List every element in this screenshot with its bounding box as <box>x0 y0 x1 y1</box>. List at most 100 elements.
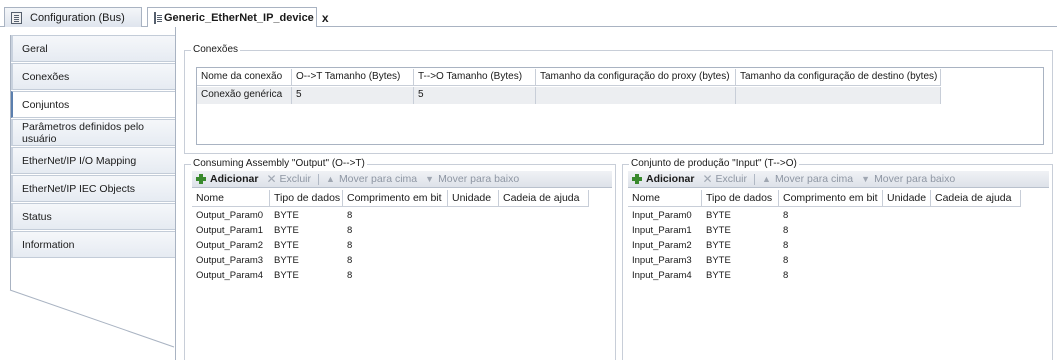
delete-button[interactable]: ✕ Excluir <box>262 172 315 186</box>
tab-generic-ethernet-ip-device[interactable]: Generic_EtherNet_IP_device x <box>147 7 329 28</box>
assemblies-editor: Conexões Nome da conexão O-->T Tamanho (… <box>175 27 1057 360</box>
param-type: BYTE <box>274 240 299 251</box>
tab-configuration-bus[interactable]: Configuration (Bus) <box>4 7 142 27</box>
document-tab-bar: Configuration (Bus) Generic_EtherNet_IP_… <box>0 0 1057 28</box>
column-header[interactable]: Tamanho da configuração de destino (byte… <box>736 69 941 86</box>
arrow-up-icon: ▲ <box>762 174 771 184</box>
param-type: BYTE <box>274 270 299 281</box>
param-name: Output_Param1 <box>196 225 264 236</box>
column-header[interactable]: Cadeia de ajuda <box>931 190 1021 206</box>
param-name: Input_Param2 <box>632 240 692 251</box>
add-button[interactable]: Adicionar <box>628 173 698 185</box>
param-bit-length: 8 <box>783 255 789 266</box>
param-bit-length: 8 <box>347 255 353 266</box>
arrow-up-icon: ▲ <box>326 174 335 184</box>
param-type: BYTE <box>274 225 299 236</box>
list-item[interactable]: Output_Param0 BYTE 8 <box>192 208 448 223</box>
list-item[interactable]: Output_Param3 BYTE 8 <box>192 253 448 268</box>
consuming-assembly-panel: Adicionar ✕ Excluir ▲ Mover para cima ▼ Mov… <box>192 171 612 360</box>
param-type: BYTE <box>706 240 731 251</box>
param-bit-length: 8 <box>783 270 789 281</box>
table-cell: 5 <box>414 87 536 104</box>
column-header[interactable]: Tipo de dados <box>270 190 343 206</box>
connections-group-title: Conexões <box>191 44 241 55</box>
move-down-button[interactable]: ▼ Mover para baixo <box>857 173 959 185</box>
table-cell <box>736 87 941 104</box>
move-up-label: Mover para cima <box>774 173 854 185</box>
column-header[interactable]: Comprimento em bit <box>779 190 883 206</box>
param-bit-length: 8 <box>347 210 353 221</box>
list-item[interactable]: Input_Param3 BYTE 8 <box>628 253 883 268</box>
list-item[interactable]: Output_Param4 BYTE 8 <box>192 268 448 283</box>
add-label: Adicionar <box>210 173 259 185</box>
move-up-button[interactable]: ▲ Mover para cima <box>758 173 857 185</box>
add-button[interactable]: Adicionar <box>192 173 262 185</box>
list-item[interactable]: Input_Param2 BYTE 8 <box>628 238 883 253</box>
list-item[interactable]: Output_Param2 BYTE 8 <box>192 238 448 253</box>
param-name: Output_Param0 <box>196 210 264 221</box>
table-header: Nome da conexão O-->T Tamanho (Bytes) T-… <box>197 69 941 86</box>
param-type: BYTE <box>706 270 731 281</box>
param-name: Output_Param2 <box>196 240 264 251</box>
column-header[interactable]: Unidade <box>883 190 931 206</box>
param-name: Output_Param3 <box>196 255 264 266</box>
param-name: Input_Param3 <box>632 255 692 266</box>
producing-assembly-panel: Adicionar ✕ Excluir ▲ Mover para cima ▼ Mov… <box>628 171 1049 360</box>
param-bit-length: 8 <box>347 240 353 251</box>
list-item[interactable]: Input_Param1 BYTE 8 <box>628 223 883 238</box>
consuming-assembly-title: Consuming Assembly "Output" (O-->T) <box>191 158 367 169</box>
param-type: BYTE <box>706 225 731 236</box>
arrow-down-icon: ▼ <box>425 174 435 184</box>
param-type: BYTE <box>274 255 299 266</box>
tab-label: Configuration (Bus) <box>30 11 125 24</box>
table-row[interactable]: Conexão genérica 5 5 <box>197 87 941 104</box>
list-item[interactable]: Input_Param4 BYTE 8 <box>628 268 883 283</box>
add-label: Adicionar <box>646 173 695 185</box>
connections-table: Nome da conexão O-->T Tamanho (Bytes) T-… <box>196 67 1044 145</box>
arrow-down-icon: ▼ <box>861 174 871 184</box>
table-cell: 5 <box>292 87 414 104</box>
move-down-button[interactable]: ▼ Mover para baixo <box>421 173 523 185</box>
add-icon <box>632 174 642 184</box>
producing-assembly-title: Conjunto de produção "Input" (T-->O) <box>629 158 799 169</box>
delete-label: Excluir <box>279 173 312 185</box>
document-icon <box>11 11 22 24</box>
param-name: Output_Param4 <box>196 270 264 281</box>
tab-label: Generic_EtherNet_IP_device <box>164 11 314 24</box>
list-item[interactable]: Output_Param1 BYTE 8 <box>192 223 448 238</box>
column-header[interactable]: Cadeia de ajuda <box>499 190 589 206</box>
param-name: Input_Param1 <box>632 225 692 236</box>
consuming-toolbar: Adicionar ✕ Excluir ▲ Mover para cima ▼ Mov… <box>192 171 612 188</box>
delete-button[interactable]: ✕ Excluir <box>698 172 751 186</box>
column-header[interactable]: Nome da conexão <box>197 69 292 86</box>
consuming-parameters-list: Nome Tipo de dados Comprimento em bit Un… <box>192 190 612 360</box>
delete-icon: ✕ <box>702 172 713 186</box>
param-type: BYTE <box>706 210 731 221</box>
param-bit-length: 8 <box>783 225 789 236</box>
list-header: Nome Tipo de dados Comprimento em bit Un… <box>192 190 589 207</box>
editor-navigation: Geral Conexões Conjuntos Parâmetros defi… <box>0 27 176 360</box>
navigation-slant-edge <box>9 289 175 348</box>
column-header[interactable]: Tipo de dados <box>702 190 779 206</box>
column-header[interactable]: T-->O Tamanho (Bytes) <box>414 69 536 86</box>
delete-label: Excluir <box>715 173 748 185</box>
column-header[interactable]: Tamanho da configuração do proxy (bytes) <box>536 69 736 86</box>
param-bit-length: 8 <box>347 270 353 281</box>
move-up-label: Mover para cima <box>338 173 418 185</box>
column-header[interactable]: O-->T Tamanho (Bytes) <box>292 69 414 86</box>
param-bit-length: 8 <box>783 210 789 221</box>
column-header[interactable]: Unidade <box>448 190 499 206</box>
toolbar-separator <box>754 173 756 185</box>
column-header[interactable]: Comprimento em bit <box>343 190 448 206</box>
producing-parameters-list: Nome Tipo de dados Comprimento em bit Un… <box>628 190 1049 360</box>
column-header[interactable]: Nome <box>628 190 702 206</box>
param-type: BYTE <box>274 210 299 221</box>
add-icon <box>196 174 206 184</box>
list-item[interactable]: Input_Param0 BYTE 8 <box>628 208 883 223</box>
table-cell <box>536 87 736 104</box>
param-name: Input_Param4 <box>632 270 692 281</box>
column-header[interactable]: Nome <box>192 190 270 206</box>
move-up-button[interactable]: ▲ Mover para cima <box>322 173 421 185</box>
move-down-label: Mover para baixo <box>874 173 956 185</box>
close-icon[interactable]: x <box>322 11 329 25</box>
